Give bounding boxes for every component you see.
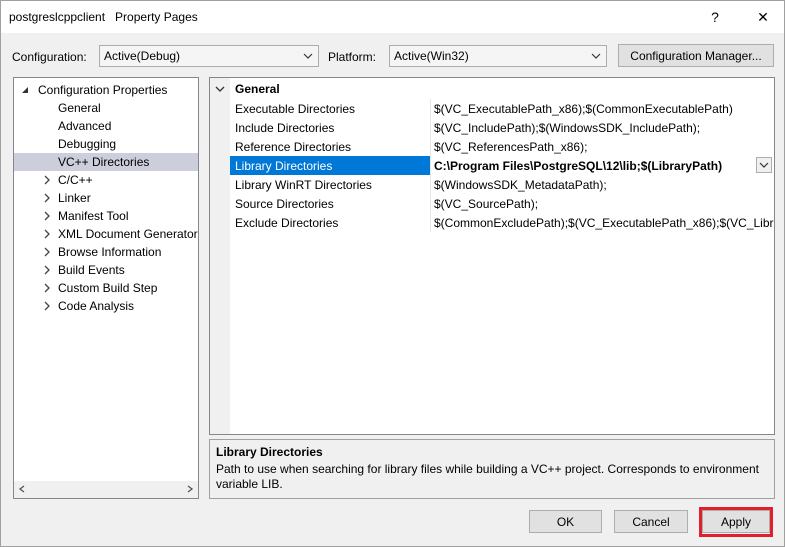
triangle-collapsed-icon[interactable] bbox=[42, 175, 52, 185]
tree-item[interactable]: Build Events bbox=[14, 261, 198, 279]
triangle-collapsed-icon[interactable] bbox=[42, 265, 52, 275]
close-button[interactable]: ✕ bbox=[743, 1, 783, 33]
description-panel: Library Directories Path to use when sea… bbox=[209, 439, 775, 499]
tree-item[interactable]: Debugging bbox=[14, 135, 198, 153]
tree-item-label: Manifest Tool bbox=[58, 209, 129, 223]
grid-category-general[interactable]: General bbox=[230, 80, 774, 98]
scroll-left-icon[interactable] bbox=[17, 484, 27, 494]
ok-button[interactable]: OK bbox=[529, 510, 602, 533]
triangle-collapsed-icon[interactable] bbox=[42, 283, 52, 293]
grid-row[interactable]: Executable Directories $(VC_ExecutablePat… bbox=[230, 99, 774, 118]
chevron-down-icon bbox=[591, 53, 601, 59]
property-value[interactable]: $(VC_ExecutablePath_x86);$(CommonExecuta… bbox=[430, 99, 774, 118]
property-value[interactable]: $(WindowsSDK_MetadataPath); bbox=[430, 175, 774, 194]
title-bar: postgreslcppclient Property Pages ? ✕ bbox=[1, 1, 784, 33]
cancel-button[interactable]: Cancel bbox=[614, 510, 688, 533]
chevron-down-icon bbox=[759, 162, 769, 168]
property-name[interactable]: Source Directories bbox=[230, 194, 430, 213]
grid-row[interactable]: Library WinRT Directories $(WindowsSDK_Me… bbox=[230, 175, 774, 194]
tree-item-label: Debugging bbox=[58, 137, 117, 151]
property-value[interactable]: $(VC_ReferencesPath_x86); bbox=[430, 137, 774, 156]
close-icon: ✕ bbox=[757, 8, 769, 25]
chevron-down-icon[interactable] bbox=[215, 84, 225, 94]
property-name[interactable]: Library Directories bbox=[230, 156, 430, 175]
property-value[interactable]: $(CommonExcludePath);$(VC_ExecutablePath… bbox=[430, 213, 774, 232]
platform-value: Active(Win32) bbox=[394, 49, 469, 63]
triangle-expanded-icon[interactable] bbox=[20, 85, 30, 95]
grid-row[interactable]: Exclude Directories $(CommonExcludePath);… bbox=[230, 213, 774, 232]
configuration-manager-button[interactable]: Configuration Manager... bbox=[618, 44, 774, 67]
property-value[interactable]: $(VC_SourcePath); bbox=[430, 194, 774, 213]
grid-row[interactable]: Reference Directories $(VC_ReferencesPath… bbox=[230, 137, 774, 156]
property-name[interactable]: Library WinRT Directories bbox=[230, 175, 430, 194]
configuration-dropdown[interactable]: Active(Debug) bbox=[99, 45, 319, 67]
platform-dropdown[interactable]: Active(Win32) bbox=[389, 45, 607, 67]
tree-root-label: Configuration Properties bbox=[38, 83, 168, 97]
tree-item-label: Linker bbox=[58, 191, 91, 205]
triangle-collapsed-icon[interactable] bbox=[42, 211, 52, 221]
triangle-collapsed-icon[interactable] bbox=[42, 301, 52, 311]
tree-root-configuration-properties[interactable]: Configuration Properties bbox=[14, 81, 198, 99]
tree-item[interactable]: C/C++ bbox=[14, 171, 198, 189]
tree-item[interactable]: Browse Information bbox=[14, 243, 198, 261]
tree-item-label: VC++ Directories bbox=[58, 155, 150, 169]
property-tree: Configuration Properties General Advanced… bbox=[13, 77, 199, 499]
tree-item[interactable]: Advanced bbox=[14, 117, 198, 135]
property-grid: General Executable Directories $(VC_Execu… bbox=[209, 77, 775, 435]
tree-item[interactable]: Custom Build Step bbox=[14, 279, 198, 297]
triangle-collapsed-icon[interactable] bbox=[42, 247, 52, 257]
tree-item-label: C/C++ bbox=[58, 173, 93, 187]
grid-row[interactable]: Source Directories $(VC_SourcePath); bbox=[230, 194, 774, 213]
cancel-label: Cancel bbox=[632, 514, 670, 529]
scroll-right-icon[interactable] bbox=[185, 484, 195, 494]
grid-row[interactable]: Include Directories $(VC_IncludePath);$(W… bbox=[230, 118, 774, 137]
tree-item-label: Browse Information bbox=[58, 245, 162, 259]
description-title: Library Directories bbox=[216, 445, 323, 459]
tree-item[interactable]: Linker bbox=[14, 189, 198, 207]
help-icon: ? bbox=[711, 9, 719, 25]
tree-item-label: Custom Build Step bbox=[58, 281, 158, 295]
grid-gutter bbox=[210, 78, 230, 434]
tree-item[interactable]: VC++ Directories bbox=[14, 153, 198, 171]
tree-horizontal-scrollbar[interactable] bbox=[14, 481, 198, 498]
grid-row[interactable]: Library Directories C:\Program Files\Post… bbox=[230, 156, 774, 175]
chevron-down-icon bbox=[303, 53, 313, 59]
tree-item[interactable]: General bbox=[14, 99, 198, 117]
tree-item[interactable]: XML Document Generator bbox=[14, 225, 198, 243]
property-value[interactable]: C:\Program Files\PostgreSQL\12\lib;$(Lib… bbox=[430, 156, 774, 175]
category-label: General bbox=[235, 82, 280, 96]
tree-item-label: Build Events bbox=[58, 263, 125, 277]
tree-item[interactable]: Code Analysis bbox=[14, 297, 198, 315]
platform-label: Platform: bbox=[328, 50, 377, 64]
tree-item[interactable]: Manifest Tool bbox=[14, 207, 198, 225]
value-dropdown-button[interactable] bbox=[756, 157, 772, 173]
triangle-collapsed-icon[interactable] bbox=[42, 193, 52, 203]
triangle-collapsed-icon[interactable] bbox=[42, 229, 52, 239]
tree-item-label: Advanced bbox=[58, 119, 112, 133]
property-name[interactable]: Executable Directories bbox=[230, 99, 430, 118]
property-name[interactable]: Reference Directories bbox=[230, 137, 430, 156]
property-value[interactable]: $(VC_IncludePath);$(WindowsSDK_IncludePa… bbox=[430, 118, 774, 137]
apply-highlight-box bbox=[699, 507, 773, 537]
property-name[interactable]: Include Directories bbox=[230, 118, 430, 137]
tree-item-label: Code Analysis bbox=[58, 299, 135, 313]
configuration-value: Active(Debug) bbox=[104, 49, 181, 63]
property-pages-dialog: postgreslcppclient Property Pages ? ✕ Co… bbox=[0, 0, 785, 547]
help-button[interactable]: ? bbox=[695, 1, 735, 33]
configuration-label: Configuration: bbox=[12, 50, 87, 64]
tree-item-label: XML Document Generator bbox=[58, 227, 198, 241]
ok-label: OK bbox=[556, 514, 575, 529]
configuration-manager-label: Configuration Manager... bbox=[630, 48, 762, 63]
description-text: Path to use when searching for library f… bbox=[216, 462, 759, 491]
window-title: postgreslcppclient Property Pages bbox=[9, 10, 198, 24]
property-name[interactable]: Exclude Directories bbox=[230, 213, 430, 232]
tree-item-label: General bbox=[58, 101, 101, 115]
